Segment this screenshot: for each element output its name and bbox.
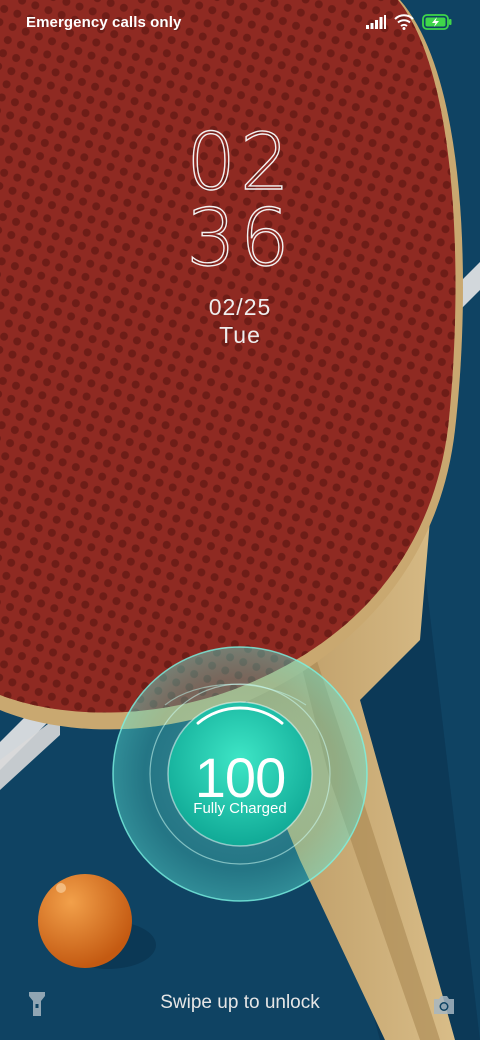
- signal-icon: [366, 15, 386, 29]
- wifi-icon: [394, 14, 414, 30]
- status-icons: [366, 12, 452, 32]
- date-text: 02/25: [208, 294, 272, 320]
- clock-minute: 36: [186, 194, 294, 284]
- status-bar: Emergency calls only: [0, 0, 480, 44]
- charge-status: Fully Charged: [193, 800, 287, 817]
- carrier-text: Emergency calls only: [26, 14, 182, 31]
- unlock-hint: Swipe up to unlock: [160, 992, 320, 1013]
- lock-clock: 02 36: [0, 118, 480, 284]
- battery-charging-icon: [422, 14, 452, 30]
- camera-icon[interactable]: [432, 994, 456, 1016]
- clock-hour: 02: [186, 118, 294, 208]
- weekday-text: Tue: [219, 322, 261, 348]
